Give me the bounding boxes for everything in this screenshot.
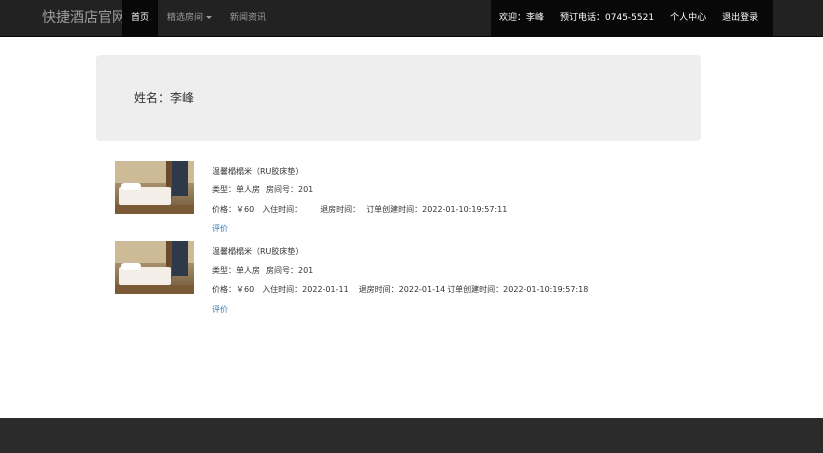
nav-rooms-dropdown[interactable]: 精选房间 bbox=[158, 0, 221, 36]
main-nav: 首页 精选房间 新闻资讯 bbox=[122, 0, 275, 36]
room-title: 温馨榻榻米（RU胶床垫） bbox=[212, 167, 304, 176]
room-type-line: 类型：单人房 房间号：201 bbox=[212, 266, 313, 275]
checkout-time: 退房时间：2022-01-14 bbox=[358, 285, 446, 294]
booking-phone: 预订电话：0745-5521 bbox=[560, 13, 655, 23]
logout-link[interactable]: 退出登录 bbox=[714, 0, 766, 36]
room-type: 类型：单人房 bbox=[212, 185, 260, 194]
caret-down-icon bbox=[206, 16, 213, 19]
room-thumbnail bbox=[115, 161, 194, 214]
order-item: 温馨榻榻米（RU胶床垫） 类型：单人房 房间号：201 价格：￥60 入住时间：20… bbox=[115, 241, 635, 321]
room-type: 类型：单人房 bbox=[212, 266, 260, 275]
checkin-time: 入住时间： bbox=[262, 205, 303, 214]
price: 价格：￥60 bbox=[212, 285, 255, 294]
welcome-text: 欢迎：李峰 bbox=[499, 13, 545, 23]
checkin-time: 入住时间：2022-01-11 bbox=[262, 285, 349, 294]
user-name: 姓名：李峰 bbox=[134, 91, 195, 105]
nav-profile[interactable]: 个人中心 bbox=[662, 0, 714, 36]
order-detail-line: 价格：￥60 入住时间：2022-01-11 退房时间：2022-01-14 订单创建… bbox=[212, 285, 588, 294]
created-time: 订单创建时间：2022-01-10:19:57:18 bbox=[447, 285, 589, 294]
room-number: 房间号：201 bbox=[266, 185, 314, 194]
room-thumbnail bbox=[115, 241, 194, 294]
created-time: 订单创建时间：2022-01-10:19:57:11 bbox=[366, 205, 508, 214]
room-title: 温馨榻榻米（RU胶床垫） bbox=[212, 247, 304, 256]
review-link[interactable]: 评价 bbox=[212, 223, 228, 234]
user-nav: 欢迎：李峰 预订电话：0745-5521 个人中心 退出登录 bbox=[491, 0, 773, 36]
top-navbar: 快捷酒店官网 首页 精选房间 新闻资讯 欢迎：李峰 预订电话：0745-5521… bbox=[0, 0, 823, 37]
room-type-line: 类型：单人房 房间号：201 bbox=[212, 185, 313, 194]
site-brand[interactable]: 快捷酒店官网 bbox=[42, 0, 126, 36]
user-info-panel: 姓名：李峰 bbox=[96, 55, 701, 141]
price: 价格：￥60 bbox=[212, 205, 255, 214]
checkout-time: 退房时间： bbox=[320, 205, 361, 214]
nav-rooms-label: 精选房间 bbox=[167, 13, 204, 23]
nav-home[interactable]: 首页 bbox=[122, 0, 159, 36]
review-link[interactable]: 评价 bbox=[212, 304, 228, 315]
nav-news[interactable]: 新闻资讯 bbox=[221, 0, 275, 36]
order-detail-line: 价格：￥60 入住时间： 退房时间： 订单创建时间：2022-01-10:19:57:… bbox=[212, 205, 507, 214]
room-number: 房间号：201 bbox=[266, 266, 314, 275]
order-item: 温馨榻榻米（RU胶床垫） 类型：单人房 房间号：201 价格：￥60 入住时间： 退房… bbox=[115, 161, 635, 241]
page-footer bbox=[0, 418, 823, 453]
